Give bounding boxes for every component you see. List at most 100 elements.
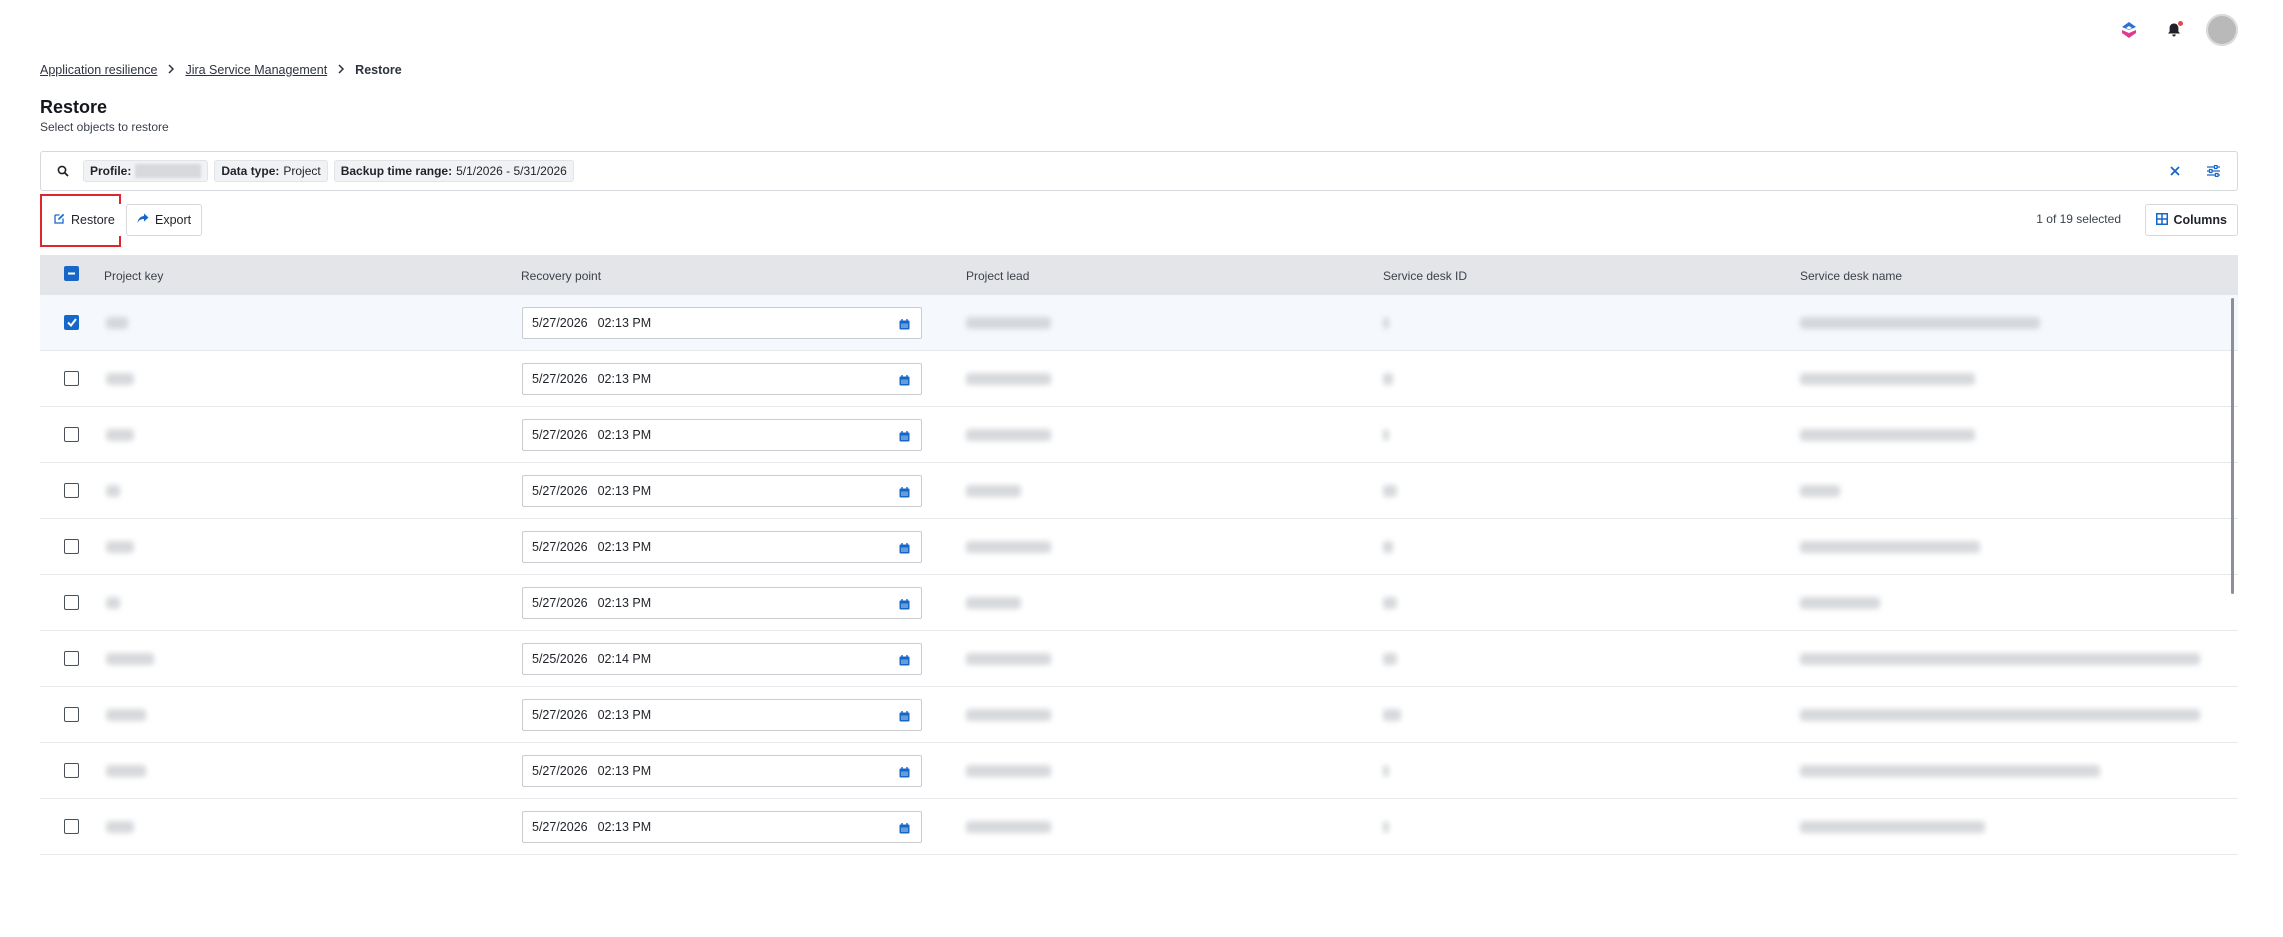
row-checkbox[interactable] xyxy=(64,819,79,834)
share-arrow-icon xyxy=(137,213,155,227)
close-icon[interactable] xyxy=(2165,161,2185,181)
table-row[interactable]: 5/27/2026 02:13 PM xyxy=(40,743,2238,799)
recovery-time: 02:13 PM xyxy=(597,484,652,498)
toolbar: Restore Export 1 of 19 selected Columns xyxy=(40,194,2238,248)
table-row[interactable]: 5/27/2026 02:13 PM xyxy=(40,799,2238,855)
recovery-time: 02:13 PM xyxy=(597,540,652,554)
recovery-point-input[interactable]: 5/25/2026 02:14 PM xyxy=(522,643,922,675)
redacted-service-desk-name xyxy=(1800,485,1840,497)
filter-bar[interactable]: Profile: Data type: Project Backup time … xyxy=(40,151,2238,191)
calendar-icon[interactable] xyxy=(897,317,911,331)
columns-button[interactable]: Columns xyxy=(2144,204,2238,236)
recovery-point-input[interactable]: 5/27/2026 02:13 PM xyxy=(522,475,922,507)
filter-range-value: 5/1/2026 - 5/31/2026 xyxy=(456,164,567,178)
row-checkbox[interactable] xyxy=(64,315,79,330)
redacted-project-key xyxy=(106,485,120,497)
filter-chip-profile[interactable]: Profile: xyxy=(83,160,209,182)
filter-chip-backup-range[interactable]: Backup time range: 5/1/2026 - 5/31/2026 xyxy=(333,160,574,182)
row-checkbox[interactable] xyxy=(64,651,79,666)
row-checkbox[interactable] xyxy=(64,707,79,722)
recovery-date: 5/27/2026 xyxy=(532,820,588,834)
calendar-icon[interactable] xyxy=(897,597,911,611)
redacted-service-desk-id xyxy=(1383,485,1397,497)
filter-datatype-label: Data type: xyxy=(221,164,280,178)
calendar-icon[interactable] xyxy=(897,485,911,499)
header-recovery-point[interactable]: Recovery point xyxy=(521,269,601,283)
recovery-date: 5/27/2026 xyxy=(532,428,588,442)
redacted-service-desk-name xyxy=(1800,765,2100,777)
row-checkbox[interactable] xyxy=(64,539,79,554)
calendar-icon[interactable] xyxy=(897,373,911,387)
table-row[interactable]: 5/27/2026 02:13 PM xyxy=(40,575,2238,631)
redacted-project-lead xyxy=(966,373,1051,385)
recovery-time: 02:13 PM xyxy=(597,316,652,330)
recovery-time: 02:13 PM xyxy=(597,596,652,610)
redacted-project-key xyxy=(106,653,154,665)
recovery-point-input[interactable]: 5/27/2026 02:13 PM xyxy=(522,755,922,787)
breadcrumb-application-resilience[interactable]: Application resilience xyxy=(40,63,157,77)
user-avatar[interactable] xyxy=(2206,14,2238,46)
table-row[interactable]: 5/25/2026 02:14 PM xyxy=(40,631,2238,687)
table-scrollbar[interactable] xyxy=(2231,298,2234,594)
redacted-service-desk-name xyxy=(1800,821,1985,833)
calendar-icon[interactable] xyxy=(897,541,911,555)
row-checkbox[interactable] xyxy=(64,595,79,610)
recovery-point-input[interactable]: 5/27/2026 02:13 PM xyxy=(522,587,922,619)
header-service-desk-id[interactable]: Service desk ID xyxy=(1383,269,1467,283)
redacted-project-key xyxy=(106,373,134,385)
filter-datatype-value: Project xyxy=(283,164,321,178)
redacted-service-desk-name xyxy=(1800,653,2200,665)
redacted-project-key xyxy=(106,709,146,721)
calendar-icon[interactable] xyxy=(897,765,911,779)
redacted-service-desk-name xyxy=(1800,429,1975,441)
app-logo-icon[interactable] xyxy=(2118,19,2140,41)
breadcrumb: Application resilience Jira Service Mana… xyxy=(40,62,402,78)
recovery-point-input[interactable]: 5/27/2026 02:13 PM xyxy=(522,363,922,395)
recovery-time: 02:13 PM xyxy=(597,708,652,722)
recovery-point-input[interactable]: 5/27/2026 02:13 PM xyxy=(522,419,922,451)
row-checkbox[interactable] xyxy=(64,427,79,442)
table-row[interactable]: 5/27/2026 02:13 PM xyxy=(40,519,2238,575)
calendar-icon[interactable] xyxy=(897,429,911,443)
redacted-service-desk-name xyxy=(1800,597,1880,609)
breadcrumb-jira-service-management[interactable]: Jira Service Management xyxy=(185,63,327,77)
recovery-date: 5/27/2026 xyxy=(532,484,588,498)
recovery-point-input[interactable]: 5/27/2026 02:13 PM xyxy=(522,699,922,731)
redacted-project-key xyxy=(106,541,134,553)
breadcrumb-current: Restore xyxy=(355,63,402,77)
top-bar xyxy=(0,0,2283,60)
row-checkbox[interactable] xyxy=(64,371,79,386)
header-project-lead[interactable]: Project lead xyxy=(966,269,1029,283)
sliders-icon[interactable] xyxy=(2203,161,2223,181)
redacted-service-desk-id xyxy=(1383,821,1389,833)
redacted-value xyxy=(135,164,202,178)
header-service-desk-name[interactable]: Service desk name xyxy=(1800,269,1902,283)
export-button[interactable]: Export xyxy=(126,204,203,236)
recovery-point-input[interactable]: 5/27/2026 02:13 PM xyxy=(522,531,922,563)
search-icon[interactable] xyxy=(53,161,73,181)
bell-icon[interactable] xyxy=(2163,19,2185,41)
redacted-project-lead xyxy=(966,485,1021,497)
recovery-date: 5/27/2026 xyxy=(532,540,588,554)
row-checkbox[interactable] xyxy=(64,763,79,778)
recovery-date: 5/27/2026 xyxy=(532,316,588,330)
table-row[interactable]: 5/27/2026 02:13 PM xyxy=(40,463,2238,519)
table-row[interactable]: 5/27/2026 02:13 PM xyxy=(40,407,2238,463)
edit-icon xyxy=(54,213,71,227)
filter-profile-label: Profile: xyxy=(90,164,132,178)
select-all-checkbox[interactable] xyxy=(64,266,79,281)
table-row[interactable]: 5/27/2026 02:13 PM xyxy=(40,351,2238,407)
calendar-icon[interactable] xyxy=(897,709,911,723)
table-row[interactable]: 5/27/2026 02:13 PM xyxy=(40,295,2238,351)
calendar-icon[interactable] xyxy=(897,653,911,667)
row-checkbox[interactable] xyxy=(64,483,79,498)
recovery-point-input[interactable]: 5/27/2026 02:13 PM xyxy=(522,307,922,339)
table-row[interactable]: 5/27/2026 02:13 PM xyxy=(40,687,2238,743)
recovery-date: 5/25/2026 xyxy=(532,652,588,666)
redacted-project-lead xyxy=(966,765,1051,777)
calendar-icon[interactable] xyxy=(897,821,911,835)
header-project-key[interactable]: Project key xyxy=(104,269,163,283)
filter-chip-data-type[interactable]: Data type: Project xyxy=(214,160,328,182)
recovery-point-input[interactable]: 5/27/2026 02:13 PM xyxy=(522,811,922,843)
restore-button[interactable]: Restore xyxy=(43,204,126,236)
